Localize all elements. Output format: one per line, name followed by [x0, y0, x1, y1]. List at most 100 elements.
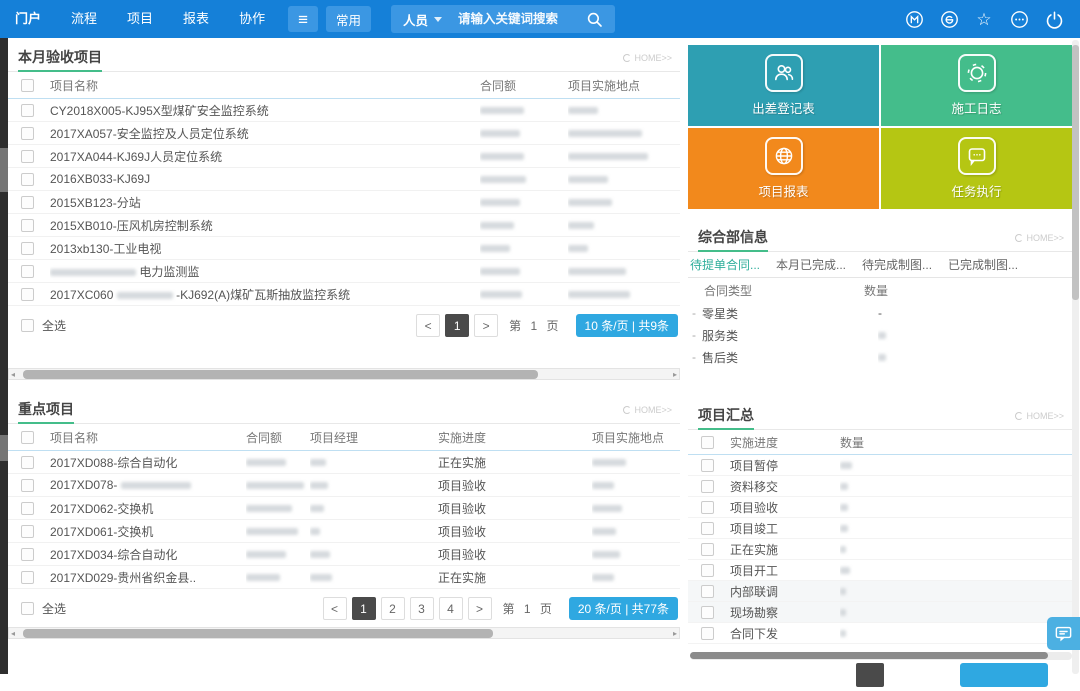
project-name-link[interactable]: 2017XD062-交换机	[50, 500, 246, 517]
left-scroll-thumb[interactable]	[0, 148, 8, 192]
page-button[interactable]: 2	[380, 597, 405, 620]
prev-page-button[interactable]: <	[416, 314, 441, 337]
select-all-checkbox[interactable]	[21, 78, 34, 92]
search-icon[interactable]	[586, 11, 603, 28]
select-all-checkbox[interactable]	[21, 319, 34, 332]
project-name-link[interactable]: 2016XB033-KJ69J	[50, 172, 480, 186]
row-checkbox[interactable]	[21, 264, 34, 278]
page-button[interactable]: 1	[351, 597, 376, 620]
left-sidebar-strip[interactable]	[0, 38, 8, 674]
tab-month-completed[interactable]: 本月已完成...	[776, 256, 846, 273]
project-name-link[interactable]: 2017XC060 -KJ692(A)煤矿瓦斯抽放监控系统	[50, 286, 480, 303]
row-checkbox[interactable]	[701, 458, 714, 472]
tile-2[interactable]: 施工日志	[881, 45, 1072, 126]
page-button-current[interactable]	[856, 663, 884, 687]
search-scope-dropdown[interactable]: 人员	[403, 10, 443, 29]
tab-completed-drawings[interactable]: 已完成制图...	[948, 256, 1018, 273]
row-checkbox[interactable]	[21, 570, 34, 584]
project-name-link[interactable]: CY2018X005-KJ95X型煤矿安全监控系统	[50, 102, 480, 119]
row-checkbox[interactable]	[21, 478, 34, 492]
project-name-link[interactable]: 2015XB010-压风机房控制系统	[50, 217, 480, 234]
horizontal-scrollbar[interactable]	[690, 652, 1072, 660]
nav-item-portal[interactable]: 门户	[0, 0, 56, 38]
project-name-link[interactable]: 电力监测监	[50, 263, 480, 280]
scroll-left-icon[interactable]: ◂	[11, 370, 15, 379]
select-all[interactable]: 全选	[21, 317, 66, 334]
select-all-checkbox[interactable]	[701, 435, 714, 449]
quick-access-button[interactable]: 常用	[326, 6, 372, 32]
nav-item-report[interactable]: 报表	[168, 0, 224, 38]
select-all-checkbox[interactable]	[21, 430, 34, 444]
scroll-left-icon[interactable]: ◂	[11, 629, 15, 638]
nav-item-collab[interactable]: 协作	[224, 0, 280, 38]
hamburger-button[interactable]: ≡	[288, 6, 318, 32]
left-scroll-thumb[interactable]	[0, 435, 8, 461]
horizontal-scrollbar[interactable]: ◂ ▸	[8, 627, 680, 639]
project-name-link[interactable]: 2017XA057-安全监控及人员定位系统	[50, 125, 480, 142]
scrollbar-thumb[interactable]	[1072, 45, 1079, 300]
row-checkbox[interactable]	[701, 563, 714, 577]
row-checkbox[interactable]	[21, 524, 34, 538]
power-icon[interactable]	[1044, 9, 1064, 29]
row-checkbox[interactable]	[21, 455, 34, 469]
row-checkbox[interactable]	[701, 605, 714, 619]
tile-3[interactable]: 项目报表	[688, 128, 879, 209]
chat-floating-button[interactable]	[1047, 617, 1080, 650]
scrollbar-thumb[interactable]	[23, 370, 538, 379]
scroll-right-icon[interactable]: ▸	[673, 370, 677, 379]
section-more-link[interactable]: HOME>>	[1015, 233, 1064, 243]
project-name-link[interactable]: 2015XB123-分站	[50, 194, 480, 211]
prev-page-button[interactable]: <	[322, 597, 347, 620]
nav-item-process[interactable]: 流程	[56, 0, 112, 38]
tile-1[interactable]: 出差登记表	[688, 45, 879, 126]
next-page-button[interactable]: >	[474, 314, 499, 337]
page-button-current[interactable]: 1	[445, 314, 470, 337]
page-size-badge[interactable]	[960, 663, 1048, 687]
scroll-right-icon[interactable]: ▸	[673, 629, 677, 638]
nav-item-project[interactable]: 项目	[112, 0, 168, 38]
row-checkbox[interactable]	[21, 103, 34, 117]
page-size-badge[interactable]: 20 条/页 | 共77条	[568, 597, 678, 620]
project-name-link[interactable]: 2017XA044-KJ69J人员定位系统	[50, 148, 480, 165]
row-checkbox[interactable]	[21, 172, 34, 186]
row-checkbox[interactable]	[21, 218, 34, 232]
row-checkbox[interactable]	[21, 149, 34, 163]
scrollbar-thumb[interactable]	[690, 652, 1048, 659]
horizontal-scrollbar[interactable]: ◂ ▸	[8, 368, 680, 380]
row-checkbox[interactable]	[21, 126, 34, 140]
row-checkbox[interactable]	[21, 287, 34, 301]
section-more-link[interactable]: HOME>>	[1015, 411, 1064, 421]
row-checkbox[interactable]	[701, 584, 714, 598]
scrollbar-thumb[interactable]	[23, 629, 493, 638]
project-name-link[interactable]: 2017XD061-交换机	[50, 523, 246, 540]
project-name-link[interactable]: 2017XD034-综合自动化	[50, 546, 246, 563]
star-icon[interactable]: ☆	[974, 9, 994, 29]
tile-4[interactable]: 任务执行	[881, 128, 1072, 209]
message-circle-icon[interactable]	[939, 9, 959, 29]
next-page-button[interactable]: >	[467, 597, 492, 620]
search-input[interactable]	[458, 12, 579, 26]
select-all-checkbox[interactable]	[21, 602, 34, 615]
project-name-link[interactable]: 2013xb130-工业电视	[50, 240, 480, 257]
tab-pending-contracts[interactable]: 待提单合同...	[690, 256, 760, 273]
project-name-link[interactable]: 2017XD088-综合自动化	[50, 454, 246, 471]
row-checkbox[interactable]	[21, 195, 34, 209]
section-more-link[interactable]: HOME>>	[623, 53, 672, 63]
row-checkbox[interactable]	[701, 521, 714, 535]
section-more-link[interactable]: HOME>>	[623, 405, 672, 415]
row-checkbox[interactable]	[21, 241, 34, 255]
row-checkbox[interactable]	[701, 542, 714, 556]
tab-pending-drawings[interactable]: 待完成制图...	[862, 256, 932, 273]
project-name-link[interactable]: 2017XD029-贵州省织金县..	[50, 569, 246, 586]
vertical-scrollbar[interactable]	[1072, 40, 1079, 674]
project-name-link[interactable]: 2017XD078-	[50, 478, 246, 492]
m-circle-icon[interactable]	[904, 9, 924, 29]
row-checkbox[interactable]	[21, 547, 34, 561]
page-button[interactable]: 3	[409, 597, 434, 620]
select-all[interactable]: 全选	[21, 600, 66, 617]
row-checkbox[interactable]	[21, 501, 34, 515]
row-checkbox[interactable]	[701, 626, 714, 640]
page-button[interactable]: 4	[438, 597, 463, 620]
row-checkbox[interactable]	[701, 479, 714, 493]
row-checkbox[interactable]	[701, 500, 714, 514]
